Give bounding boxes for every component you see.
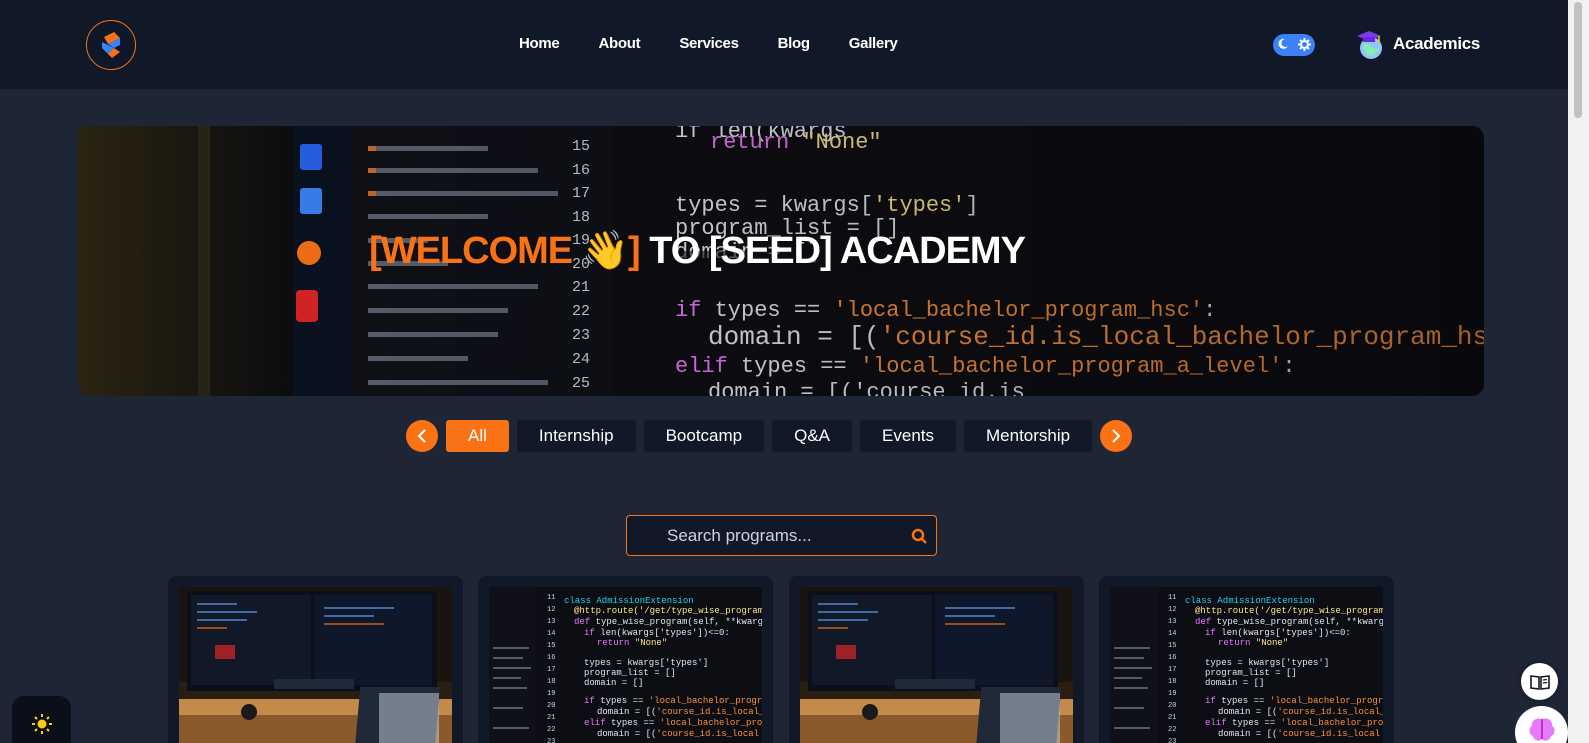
hero-title-welcome: [WELCOME [369,230,582,272]
nav-blog[interactable]: Blog [778,35,810,52]
svg-text:18: 18 [547,678,555,686]
svg-text:20: 20 [1168,702,1176,710]
svg-text:13: 13 [1168,618,1176,626]
svg-text:18: 18 [1168,678,1176,686]
svg-text:12: 12 [1168,606,1176,614]
svg-text:21: 21 [1168,714,1176,722]
theme-toggle[interactable] [1273,34,1315,56]
svg-text:domain = []: domain = [] [1205,678,1264,688]
svg-text:21: 21 [547,714,555,722]
svg-text:domain = []: domain = [] [584,678,643,688]
svg-text:if types == 'local_bachelor_pr: if types == 'local_bachelor_program_hsc'… [584,696,762,706]
svg-text:19: 19 [547,690,555,698]
hero-title-academy: TO [SEED] ACADEMY [639,230,1026,272]
svg-text:types = kwargs['types']: types = kwargs['types'] [1205,658,1329,668]
svg-text:program_list = []: program_list = [] [1205,668,1297,678]
svg-text:11: 11 [1168,594,1176,602]
svg-text:if types == 'local_bachelor_pr: if types == 'local_bachelor_program_hsc'… [1205,696,1383,706]
search-input[interactable] [627,516,907,555]
svg-text:22: 22 [547,726,555,734]
page-scrollbar[interactable] [1568,0,1589,743]
svg-text:if len(kwargs['types'])<=0:: if len(kwargs['types'])<=0: [584,628,730,638]
svg-text:program_list = []: program_list = [] [584,668,676,678]
svg-text:11: 11 [547,594,555,602]
svg-text:def type_wise_program(self, **: def type_wise_program(self, **kwargs): [1195,617,1383,627]
svg-text:class AdmissionExtension: class AdmissionExtension [564,596,694,606]
hero-banner: 151617 181920 212223 2425 if len(kwargs … [78,126,1484,396]
search-icon[interactable] [911,528,928,550]
chevron-left-icon[interactable] [406,420,438,452]
nav-services[interactable]: Services [679,35,739,52]
seed-logo-icon[interactable] [86,20,136,70]
program-card[interactable] [168,576,463,743]
scrollbar-thumb[interactable] [1574,2,1582,118]
svg-text:16: 16 [547,654,555,662]
svg-text:if len(kwargs['types'])<=0:: if len(kwargs['types'])<=0: [1205,628,1351,638]
nav-home[interactable]: Home [519,35,560,52]
tab-events[interactable]: Events [860,420,957,452]
svg-text:17: 17 [1168,666,1176,674]
svg-text:15: 15 [1168,642,1176,650]
svg-text:15: 15 [547,642,555,650]
waving-hand-icon: 👋 [581,230,629,272]
svg-text:14: 14 [547,630,555,638]
svg-text:22: 22 [1168,726,1176,734]
sun-icon[interactable] [12,696,71,743]
svg-text:19: 19 [1168,690,1176,698]
svg-text:16: 16 [1168,654,1176,662]
svg-text:return "None": return "None" [597,638,667,648]
tab-qa[interactable]: Q&A [772,420,853,452]
code-screen-image: 11 12 13 14 15 16 17 18 19 20 21 22 23 class Admissi… [489,587,762,743]
program-search [626,515,937,556]
hero-title: [WELCOME 👋] TO [SEED] ACADEMY [78,229,1316,273]
graduation-cap-globe-icon [1355,28,1385,60]
code-screen-image: 11 12 13 14 15 16 17 18 19 20 21 22 23 class Admissi… [1110,587,1383,743]
program-card[interactable] [789,576,1084,743]
moon-icon [1277,38,1289,52]
brain-icon[interactable] [1515,706,1568,743]
svg-text:13: 13 [547,618,555,626]
program-card[interactable]: 11 12 13 14 15 16 17 18 19 20 21 22 23 class Admissi… [1099,576,1394,743]
chevron-right-icon[interactable] [1100,420,1133,452]
hero-title-bracket: ] [628,230,641,272]
program-card[interactable]: 11 12 13 14 15 16 17 18 19 20 21 22 23 class Admissi… [478,576,773,743]
svg-text:return "None": return "None" [1218,638,1288,648]
svg-text:20: 20 [547,702,555,710]
main-nav: Home About Services Blog Gallery [519,35,898,52]
svg-text:23: 23 [1168,738,1176,743]
tab-internship[interactable]: Internship [516,420,636,452]
svg-text:@http.route('/get/type_wise_pr: @http.route('/get/type_wise_program', [1195,606,1383,616]
svg-text:def type_wise_program(self, **: def type_wise_program(self, **kwargs): [574,617,762,627]
desk-monitors-image [179,587,452,743]
tab-bootcamp[interactable]: Bootcamp [643,420,765,452]
book-open-icon[interactable] [1521,663,1558,700]
svg-text:12: 12 [547,606,555,614]
svg-text:domain = [('course_id.is_local: domain = [('course_id.is_local_bachelor [1218,707,1383,717]
category-filters: All Internship Bootcamp Q&A Events Mento… [406,420,1133,452]
svg-text:17: 17 [547,666,555,674]
tab-mentorship[interactable]: Mentorship [964,420,1093,452]
nav-about[interactable]: About [598,35,640,52]
svg-text:14: 14 [1168,630,1176,638]
svg-text:elif types == 'local_bachelor_: elif types == 'local_bachelor_program_a_… [1205,718,1383,728]
desk-monitors-image [800,587,1073,743]
svg-text:@http.route('/get/type_wise_pr: @http.route('/get/type_wise_program', [574,606,762,616]
svg-text:23: 23 [547,738,555,743]
academics-menu[interactable]: Academics [1355,28,1480,60]
svg-text:types = kwargs['types']: types = kwargs['types'] [584,658,708,668]
academics-label: Academics [1393,34,1481,53]
svg-text:elif types == 'local_bachelor_: elif types == 'local_bachelor_program_a_… [584,718,762,728]
svg-text:domain = [('course_id.is_local: domain = [('course_id.is_local [597,729,759,739]
site-header: Home About Services Blog Gallery Academi… [0,0,1568,89]
svg-text:class AdmissionExtension: class AdmissionExtension [1185,596,1315,606]
gear-icon [1298,37,1311,53]
tab-all[interactable]: All [446,420,509,452]
svg-text:domain = [('course_id.is_local: domain = [('course_id.is_local [1218,729,1380,739]
svg-text:domain = [('course_id.is_local: domain = [('course_id.is_local_bachelor [597,707,762,717]
nav-gallery[interactable]: Gallery [849,35,898,52]
